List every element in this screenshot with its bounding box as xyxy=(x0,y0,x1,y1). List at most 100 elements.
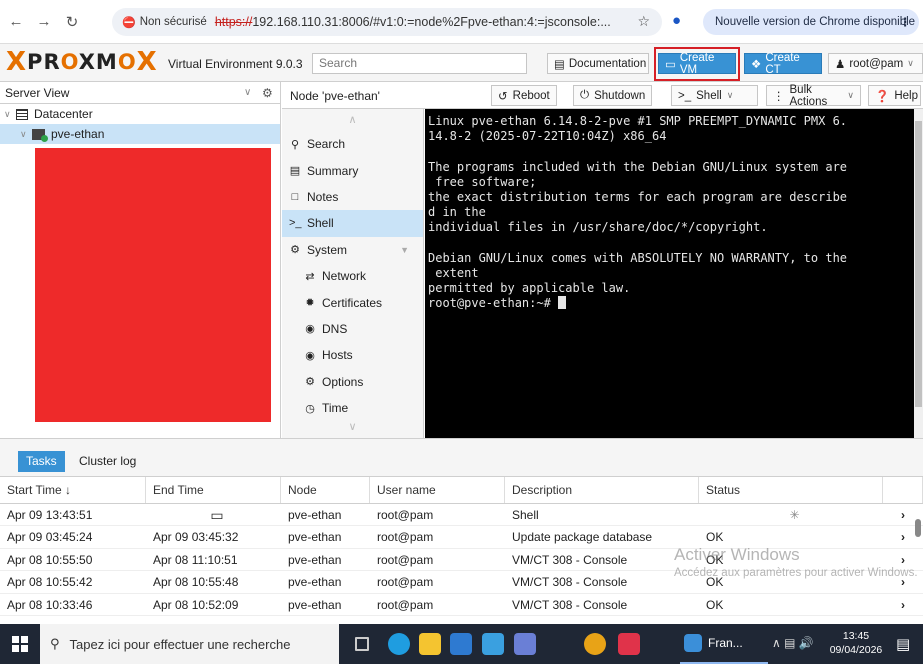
bulk-label: Bulk Actions xyxy=(789,83,828,108)
cell-user: root@pam xyxy=(377,508,434,522)
task-view-icon[interactable] xyxy=(355,637,369,651)
menu-item-certificates[interactable]: ✹ Certificates xyxy=(282,289,423,315)
tasks-header: Start Time ↓ End Time Node User name Des… xyxy=(0,477,923,504)
back-icon[interactable]: ← xyxy=(4,10,28,34)
tab-tasks[interactable]: Tasks xyxy=(18,451,65,472)
search-icon: ⚲ xyxy=(290,138,300,151)
url-text: 192.168.110.31:8006/#v1:0:=node%2Fpve-et… xyxy=(252,15,611,29)
menu-item-dns[interactable]: ◉ DNS xyxy=(282,316,423,342)
menu-item-time[interactable]: ◷ Time xyxy=(282,395,423,421)
reboot-button[interactable]: ↺ Reboot xyxy=(491,85,557,106)
terminal-scrollbar[interactable] xyxy=(914,109,923,438)
documentation-button[interactable]: ▤ Documentation xyxy=(547,53,649,74)
shell-button[interactable]: >_ Shell ∨ xyxy=(671,85,758,106)
bookmark-star-icon[interactable]: ☆ xyxy=(637,13,650,30)
menu-label: Certificates xyxy=(322,295,383,310)
cell-end: Apr 08 10:55:48 xyxy=(153,575,239,590)
tasks-scrollbar[interactable] xyxy=(913,505,923,625)
bulk-actions-button[interactable]: ⋮ Bulk Actions ∨ xyxy=(766,83,861,108)
menu-item-system[interactable]: ⚙ System ▼ xyxy=(282,237,423,263)
tree-item-node[interactable]: ∨ pve-ethan xyxy=(0,124,280,144)
col-start-time[interactable]: Start Time ↓ xyxy=(0,477,146,503)
tree-item-datacenter[interactable]: ∨ Datacenter xyxy=(0,104,280,124)
file-explorer-icon[interactable] xyxy=(419,633,441,655)
edge-icon[interactable] xyxy=(388,633,410,655)
terminal-cursor xyxy=(558,296,567,310)
chevron-down-icon[interactable]: ∨ xyxy=(244,87,251,98)
scroll-thumb[interactable] xyxy=(915,519,921,537)
menu-item-hosts[interactable]: ◉ Hosts xyxy=(282,342,423,368)
col-end-time[interactable]: End Time xyxy=(146,477,281,503)
table-row[interactable]: Apr 08 10:55:50 Apr 08 11:10:51 pve-ethan r… xyxy=(0,549,923,572)
windows-start-icon[interactable] xyxy=(12,636,28,652)
security-label[interactable]: Non sécurisé xyxy=(140,16,207,28)
taskbar-search[interactable]: ⚲ Tapez ici pour effectuer une recherche xyxy=(40,624,339,664)
chrome-update-button[interactable]: Nouvelle version de Chrome disponible ⋮ xyxy=(703,9,919,35)
system-tray[interactable]: ∧ ▤ 🔊 xyxy=(772,636,814,650)
clock-date: 09/04/2026 xyxy=(829,644,883,656)
notification-icon[interactable]: ▤ xyxy=(896,635,910,653)
cell-start: Apr 08 10:33:46 xyxy=(7,597,93,612)
help-button[interactable]: ❓ Help xyxy=(868,85,921,106)
view-selector[interactable]: Server View ∨ ⚙ xyxy=(0,82,280,104)
table-row[interactable]: Apr 09 13:43:51 ▭ pve-ethan root@pam Shell ✳ › xyxy=(0,504,923,527)
create-vm-label: Create VM xyxy=(679,51,715,76)
scroll-up-icon[interactable]: ∧ xyxy=(282,109,423,131)
menu-label: Options xyxy=(322,374,364,389)
profile-icon[interactable]: ● xyxy=(672,12,681,29)
reload-icon[interactable]: ↻ xyxy=(60,10,84,34)
taskbar-active-app[interactable]: Fran... xyxy=(680,624,768,664)
menu-item-summary[interactable]: ▤ Summary xyxy=(282,157,423,183)
globe-icon: ◉ xyxy=(305,349,315,362)
menu-label: Time xyxy=(322,401,349,416)
expand-icon[interactable]: ∨ xyxy=(4,109,16,120)
table-row[interactable]: Apr 09 03:45:24 Apr 09 03:45:32 pve-ethan r… xyxy=(0,526,923,549)
table-row[interactable]: Apr 08 10:55:42 Apr 08 10:55:48 pve-ethan r… xyxy=(0,571,923,594)
url-scheme: https:// xyxy=(214,15,253,29)
gear-icon[interactable]: ⚙ xyxy=(262,86,273,100)
menu-item-shell[interactable]: >_ Shell xyxy=(282,210,423,237)
col-description[interactable]: Description xyxy=(505,477,699,503)
col-node[interactable]: Node xyxy=(281,477,370,503)
table-row[interactable]: Apr 08 10:33:46 Apr 08 10:52:09 pve-ethan r… xyxy=(0,594,923,616)
address-bar[interactable]: ⛔ Non sécurisé https:// 192.168.110.31:8… xyxy=(112,8,662,36)
scroll-down-icon[interactable]: ∨ xyxy=(282,420,423,438)
col-status[interactable]: Status xyxy=(699,477,883,503)
tab-cluster-log[interactable]: Cluster log xyxy=(79,451,136,472)
menu-item-options[interactable]: ⚙ Options xyxy=(282,369,423,395)
menu-item-search[interactable]: ⚲ Search xyxy=(282,131,423,157)
cell-start: Apr 09 03:45:24 xyxy=(7,530,93,545)
collapse-icon[interactable]: ▼ xyxy=(400,245,409,255)
shell-terminal[interactable]: Linux pve-ethan 6.14.8-2-pve #1 SMP PREE… xyxy=(425,109,914,438)
gear-icon: ⚙ xyxy=(305,376,315,389)
cell-status: OK xyxy=(706,552,724,567)
node-label: pve-ethan xyxy=(51,127,105,141)
user-menu-button[interactable]: ♟ root@pam ∨ xyxy=(828,53,923,74)
search-input[interactable]: Search xyxy=(312,53,527,74)
col-user[interactable]: User name xyxy=(370,477,505,503)
create-vm-button[interactable]: ▭ Create VM xyxy=(658,51,736,76)
cell-node: pve-ethan xyxy=(288,530,342,545)
chrome-icon[interactable] xyxy=(584,633,606,655)
datacenter-icon xyxy=(16,108,28,120)
taskbar-clock[interactable]: 13:45 09/04/2026 xyxy=(828,629,884,657)
cell-node: pve-ethan xyxy=(288,508,342,522)
forward-icon[interactable]: → xyxy=(32,10,56,34)
reboot-label: Reboot xyxy=(512,89,550,102)
more-menu-icon[interactable]: ⋮ xyxy=(900,15,912,29)
cell-status: OK xyxy=(706,530,724,545)
menu-item-notes[interactable]: □ Notes xyxy=(282,184,423,210)
expand-icon[interactable]: ∨ xyxy=(20,129,32,140)
app-icon[interactable] xyxy=(482,633,504,655)
create-ct-button[interactable]: ❖ Create CT xyxy=(744,52,822,76)
server-online-icon xyxy=(32,128,48,142)
store-icon[interactable] xyxy=(450,633,472,655)
help-icon: ❓ xyxy=(875,90,890,103)
shutdown-button[interactable]: ⏻ Shutdown xyxy=(573,85,653,106)
app-icon[interactable] xyxy=(514,633,536,655)
tasks-panel: Tasks Cluster log Start Time ↓ End Time … xyxy=(0,438,923,624)
scroll-thumb[interactable] xyxy=(915,121,922,407)
cell-status: ✳ xyxy=(699,504,883,525)
app-icon[interactable] xyxy=(618,633,640,655)
menu-item-network[interactable]: ⇄ Network xyxy=(282,263,423,289)
